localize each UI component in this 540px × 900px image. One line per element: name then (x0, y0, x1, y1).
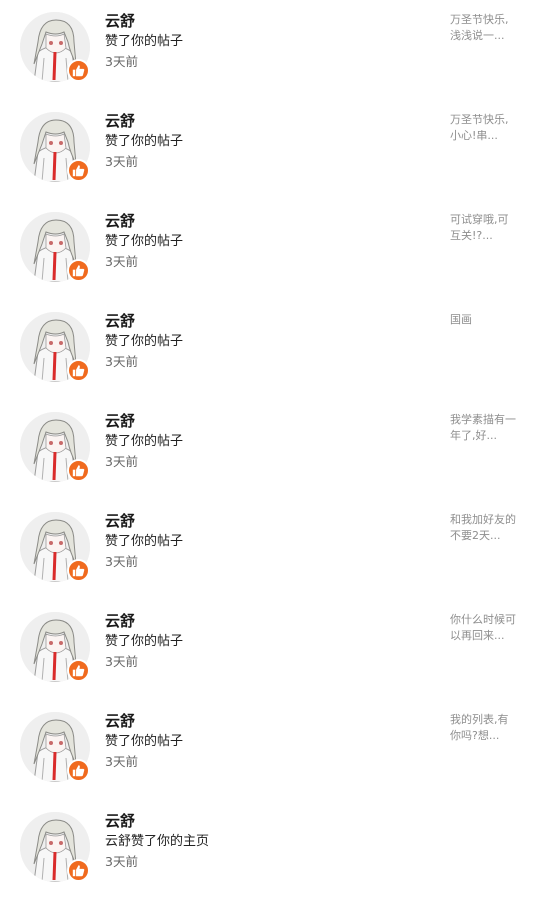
action-text: 云舒赞了你的主页 (105, 834, 210, 849)
post-preview-line: 你吗?想... (450, 729, 500, 742)
action-text: 赞了你的帖子 (105, 34, 184, 49)
username[interactable]: 云舒 (105, 310, 135, 332)
post-preview[interactable]: 可试穿哦,可 互关!?... (450, 212, 526, 244)
thumbs-up-icon (67, 159, 90, 182)
notification-row[interactable]: 云舒 赞了你的帖子 3天前 我学素描有一 年了,好... (0, 400, 540, 500)
post-preview[interactable]: 我学素描有一 年了,好... (450, 412, 526, 444)
post-preview-line: 万圣节快乐, (450, 113, 509, 126)
action-text: 赞了你的帖子 (105, 434, 184, 449)
thumbs-up-icon (67, 759, 90, 782)
post-preview[interactable]: 万圣节快乐, 小心!串... (450, 112, 526, 144)
notification-row[interactable]: 云舒 赞了你的帖子 3天前 和我加好友的 不要2天... (0, 500, 540, 600)
action-text: 赞了你的帖子 (105, 134, 184, 149)
thumbs-up-icon (67, 859, 90, 882)
post-preview-line: 和我加好友的 (450, 513, 516, 526)
notification-row[interactable]: 云舒 云舒赞了你的主页 3天前 (0, 800, 540, 900)
post-preview-line: 以再回来... (450, 629, 505, 642)
post-preview-line: 可试穿哦,可 (450, 213, 509, 226)
notification-row[interactable]: 云舒 赞了你的帖子 3天前 国画 (0, 300, 540, 400)
timestamp: 3天前 (105, 354, 138, 369)
timestamp: 3天前 (105, 754, 138, 769)
post-preview-line: 年了,好... (450, 429, 497, 442)
post-preview[interactable]: 你什么时候可 以再回来... (450, 612, 526, 644)
avatar[interactable] (20, 412, 90, 482)
thumbs-up-icon (67, 459, 90, 482)
avatar[interactable] (20, 512, 90, 582)
notification-row[interactable]: 云舒 赞了你的帖子 3天前 可试穿哦,可 互关!?... (0, 200, 540, 300)
post-preview-line: 国画 (450, 313, 472, 326)
thumbs-up-icon (67, 259, 90, 282)
post-preview-line: 互关!?... (450, 229, 493, 242)
post-preview-line: 万圣节快乐, (450, 13, 509, 26)
avatar[interactable] (20, 312, 90, 382)
notification-row[interactable]: 云舒 赞了你的帖子 3天前 我的列表,有 你吗?想... (0, 700, 540, 800)
notification-row[interactable]: 云舒 赞了你的帖子 3天前 万圣节快乐, 浅浅说一... (0, 0, 540, 100)
timestamp: 3天前 (105, 54, 138, 69)
timestamp: 3天前 (105, 854, 138, 869)
avatar[interactable] (20, 712, 90, 782)
post-preview-line: 浅浅说一... (450, 29, 505, 42)
thumbs-up-icon (67, 559, 90, 582)
action-text: 赞了你的帖子 (105, 734, 184, 749)
notification-row[interactable]: 云舒 赞了你的帖子 3天前 你什么时候可 以再回来... (0, 600, 540, 700)
timestamp: 3天前 (105, 454, 138, 469)
action-text: 赞了你的帖子 (105, 234, 184, 249)
post-preview-line: 我的列表,有 (450, 713, 509, 726)
post-preview-line: 不要2天... (450, 529, 501, 542)
avatar[interactable] (20, 612, 90, 682)
avatar[interactable] (20, 812, 90, 882)
post-preview-line: 小心!串... (450, 129, 498, 142)
username[interactable]: 云舒 (105, 810, 135, 832)
thumbs-up-icon (67, 659, 90, 682)
timestamp: 3天前 (105, 554, 138, 569)
avatar[interactable] (20, 12, 90, 82)
username[interactable]: 云舒 (105, 410, 135, 432)
timestamp: 3天前 (105, 254, 138, 269)
post-preview[interactable]: 我的列表,有 你吗?想... (450, 712, 526, 744)
action-text: 赞了你的帖子 (105, 534, 184, 549)
avatar[interactable] (20, 112, 90, 182)
notification-row[interactable]: 云舒 赞了你的帖子 3天前 万圣节快乐, 小心!串... (0, 100, 540, 200)
action-text: 赞了你的帖子 (105, 634, 184, 649)
username[interactable]: 云舒 (105, 10, 135, 32)
post-preview[interactable]: 万圣节快乐, 浅浅说一... (450, 12, 526, 44)
username[interactable]: 云舒 (105, 210, 135, 232)
username[interactable]: 云舒 (105, 110, 135, 132)
username[interactable]: 云舒 (105, 510, 135, 532)
timestamp: 3天前 (105, 654, 138, 669)
thumbs-up-icon (67, 59, 90, 82)
avatar[interactable] (20, 212, 90, 282)
timestamp: 3天前 (105, 154, 138, 169)
post-preview[interactable]: 国画 (450, 312, 526, 328)
post-preview-line: 你什么时候可 (450, 613, 516, 626)
post-preview-line: 我学素描有一 (450, 413, 516, 426)
action-text: 赞了你的帖子 (105, 334, 184, 349)
username[interactable]: 云舒 (105, 610, 135, 632)
username[interactable]: 云舒 (105, 710, 135, 732)
notification-list: 云舒 赞了你的帖子 3天前 万圣节快乐, 浅浅说一... 云舒 赞了你的帖子 3… (0, 0, 540, 895)
thumbs-up-icon (67, 359, 90, 382)
post-preview[interactable]: 和我加好友的 不要2天... (450, 512, 526, 544)
